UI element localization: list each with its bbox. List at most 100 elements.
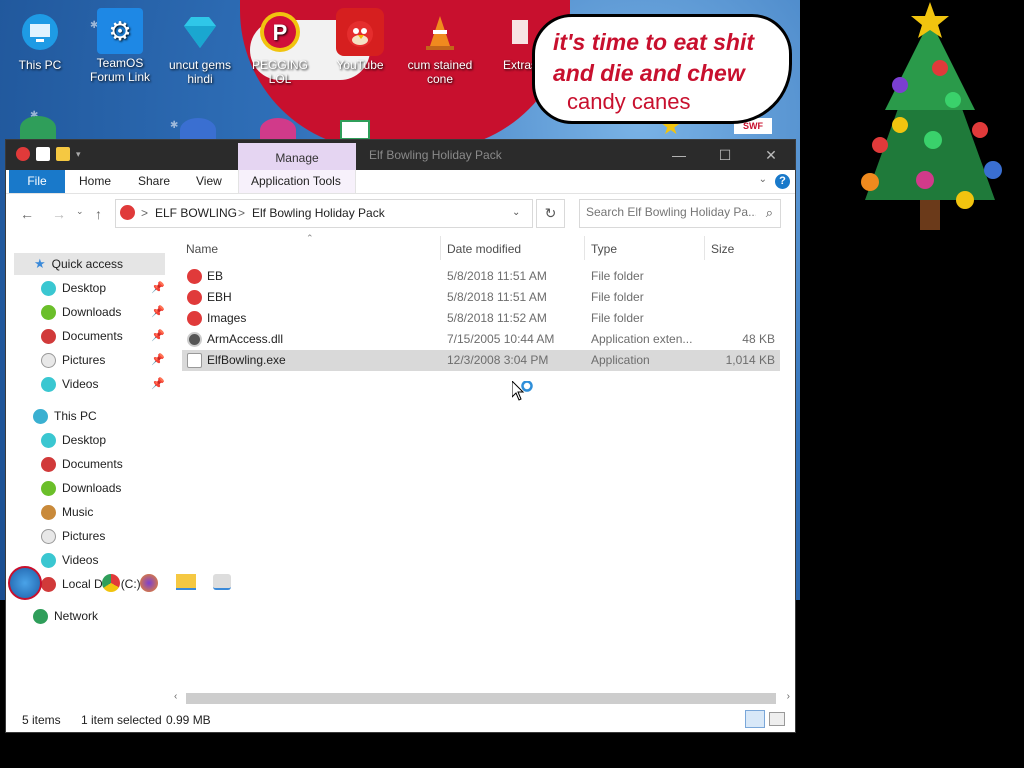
file-size: 1,014 KB bbox=[725, 353, 775, 367]
recent-locations-icon[interactable]: ⌄ bbox=[76, 206, 84, 217]
folder-icon bbox=[187, 269, 202, 284]
desktop-icon-label: This PC bbox=[18, 58, 62, 72]
column-header-size[interactable]: Size bbox=[711, 242, 734, 256]
address-bar[interactable]: > ELF BOWLING > Elf Bowling Holiday Pack… bbox=[115, 199, 533, 228]
title-bar: ▾ Manage Elf Bowling Holiday Pack — ☐ ✕ bbox=[6, 140, 795, 170]
desktop-icon-cum-stained-cone[interactable]: cum stained cone bbox=[402, 8, 478, 86]
file-row[interactable]: EBH 5/8/2018 11:51 AM File folder bbox=[182, 287, 780, 308]
column-header-name[interactable]: Name bbox=[186, 242, 218, 256]
scroll-left-icon[interactable]: ‹ bbox=[174, 691, 177, 702]
nav-label: Quick access bbox=[51, 257, 124, 271]
tab-share[interactable]: Share bbox=[138, 170, 170, 193]
videos-icon bbox=[41, 376, 56, 392]
tab-view[interactable]: View bbox=[196, 170, 222, 193]
file-type: File folder bbox=[591, 269, 644, 283]
up-button[interactable]: ↑ bbox=[95, 206, 102, 222]
breadcrumb-elf-bowling[interactable]: ELF BOWLING bbox=[155, 206, 237, 220]
status-selected: 1 item selected bbox=[81, 713, 162, 727]
app-icon[interactable] bbox=[16, 147, 30, 161]
nav-pc-music[interactable]: Music bbox=[41, 501, 93, 523]
column-divider[interactable] bbox=[704, 236, 705, 260]
tab-home[interactable]: Home bbox=[79, 170, 111, 193]
large-icons-view-button[interactable] bbox=[769, 712, 785, 726]
file-row[interactable]: ArmAccess.dll 7/15/2005 10:44 AM Applica… bbox=[182, 329, 780, 350]
exe-file-icon bbox=[187, 353, 202, 368]
nav-qa-pictures[interactable]: Pictures 📌 bbox=[41, 349, 165, 371]
file-name: EB bbox=[207, 269, 224, 283]
address-dropdown-icon[interactable]: ⌄ bbox=[512, 207, 520, 218]
breadcrumb-current[interactable]: Elf Bowling Holiday Pack bbox=[252, 206, 385, 220]
desktop-icon-uncut-gems-hindi[interactable]: uncut gems hindi bbox=[162, 8, 238, 86]
documents-icon bbox=[41, 456, 56, 472]
close-button[interactable]: ✕ bbox=[748, 140, 794, 170]
refresh-button[interactable]: ↻ bbox=[536, 199, 565, 228]
ribbon-tabs: File Home Share View Application Tools ⌄… bbox=[6, 170, 795, 194]
nav-qa-documents[interactable]: Documents 📌 bbox=[41, 325, 165, 347]
file-row[interactable]: Images 5/8/2018 11:52 AM File folder bbox=[182, 308, 780, 329]
nav-qa-videos[interactable]: Videos 📌 bbox=[41, 373, 165, 395]
nav-pc-desktop[interactable]: Desktop bbox=[41, 429, 106, 451]
spreadsheet-icon bbox=[340, 120, 370, 140]
search-icon[interactable]: ⌕ bbox=[766, 205, 773, 221]
properties-icon[interactable] bbox=[36, 147, 50, 161]
desktop-icon-label: cum stained cone bbox=[407, 58, 473, 86]
nav-qa-desktop[interactable]: Desktop 📌 bbox=[41, 277, 165, 299]
nav-label: Desktop bbox=[62, 433, 107, 447]
column-header-date[interactable]: Date modified bbox=[447, 242, 521, 256]
file-type: File folder bbox=[591, 311, 644, 325]
status-bar: 5 items 1 item selected 0.99 MB bbox=[6, 708, 795, 730]
scroll-right-icon[interactable]: › bbox=[787, 691, 790, 702]
maximize-button[interactable]: ☐ bbox=[702, 140, 748, 170]
file-row-selected[interactable]: ElfBowling.exe 12/3/2008 3:04 PM Applica… bbox=[182, 350, 780, 371]
nav-label: Music bbox=[62, 505, 94, 519]
desktop-icon-pegging-lol[interactable]: P PEGGING LOL bbox=[242, 8, 318, 86]
chrome-icon[interactable] bbox=[102, 574, 120, 592]
nav-label: This PC bbox=[54, 409, 97, 423]
file-row[interactable]: EB 5/8/2018 11:51 AM File folder bbox=[182, 266, 780, 287]
help-button[interactable]: ? bbox=[775, 174, 790, 189]
quick-access-toolbar: ▾ bbox=[16, 147, 86, 161]
desktop-icon-youtube[interactable]: YouTube bbox=[322, 8, 398, 72]
navigation-pane: ★ Quick access Desktop 📌 Downloads 📌 Doc… bbox=[6, 240, 166, 690]
tab-application-tools[interactable]: Application Tools bbox=[238, 170, 356, 193]
back-button[interactable]: ← bbox=[20, 206, 34, 222]
tab-manage[interactable]: Manage bbox=[238, 143, 356, 170]
details-view-button[interactable] bbox=[745, 710, 765, 728]
bubble-line-3: candy canes bbox=[567, 89, 691, 114]
elf-bowling-taskbar-icon[interactable] bbox=[213, 574, 231, 590]
minimize-button[interactable]: — bbox=[656, 140, 702, 170]
column-header-type[interactable]: Type bbox=[591, 242, 617, 256]
desktop-icon-label: PEGGING LOL bbox=[251, 58, 308, 86]
nav-label: Desktop bbox=[62, 281, 107, 295]
swf-label: SWF bbox=[743, 121, 763, 131]
nav-pc-pictures[interactable]: Pictures bbox=[41, 525, 105, 547]
nav-network[interactable]: Network bbox=[33, 605, 98, 627]
nav-this-pc[interactable]: This PC bbox=[33, 405, 97, 427]
desktop-icon bbox=[41, 280, 56, 296]
snowflake-icon: ✱ bbox=[170, 120, 179, 131]
file-explorer-taskbar-icon[interactable] bbox=[176, 574, 196, 590]
start-button[interactable] bbox=[8, 566, 42, 600]
bubble-line-2: and die and chew bbox=[553, 60, 745, 86]
search-input[interactable] bbox=[586, 205, 756, 219]
desktop-icon-teamos-forum-link[interactable]: ⚙ TeamOS Forum Link bbox=[82, 8, 158, 84]
expand-ribbon-icon[interactable]: ⌄ bbox=[759, 174, 767, 185]
firefox-icon[interactable] bbox=[140, 574, 158, 592]
column-divider[interactable] bbox=[584, 236, 585, 260]
file-name: EBH bbox=[207, 290, 232, 304]
new-folder-icon[interactable] bbox=[56, 147, 70, 161]
scrollbar-thumb[interactable] bbox=[186, 693, 776, 704]
search-box[interactable]: ⌕ bbox=[579, 199, 781, 228]
tab-file[interactable]: File bbox=[9, 170, 65, 193]
nav-pc-documents[interactable]: Documents bbox=[41, 453, 123, 475]
column-divider[interactable] bbox=[440, 236, 441, 260]
forward-button[interactable]: → bbox=[52, 206, 66, 222]
breadcrumb-separator: > bbox=[238, 206, 246, 220]
desktop-icon-this-pc[interactable]: This PC bbox=[2, 8, 78, 72]
nav-qa-downloads[interactable]: Downloads 📌 bbox=[41, 301, 165, 323]
nav-quick-access[interactable]: ★ Quick access bbox=[34, 253, 123, 275]
chevron-down-icon[interactable]: ▾ bbox=[76, 147, 86, 161]
speech-bubble: it's time to eat shit and die and chew c… bbox=[532, 14, 792, 124]
horizontal-scrollbar[interactable]: ‹ › bbox=[172, 690, 792, 707]
nav-pc-downloads[interactable]: Downloads bbox=[41, 477, 121, 499]
